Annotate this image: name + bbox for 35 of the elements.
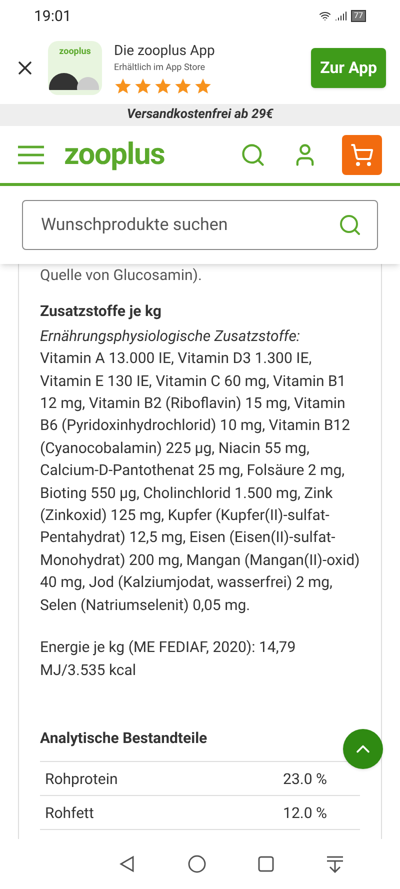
table-cell-text: Rohfett: [45, 802, 95, 824]
star-icon: [194, 77, 212, 96]
status-time: 19:01: [34, 6, 72, 27]
body-text: Quelle von Glucosamin).: [40, 265, 203, 286]
energy-text: Energie je kg (ME FEDIAF, 2020): 14,79 MJ/3.535 kcal: [40, 637, 297, 680]
additives-text: Vitamin A 13.000 IE, Vitamin D3 1.300 IE, Vitamin E 130 IE, Vitamin C 60 mg, Vitamin B1 12 mg, Vitamin B2 (Riboflavin) 15 mg, Vitamin B6 (Pyridoxinhydrochlorid) 10 mg, Vitamin B12 (Cyanocobalamin) 225 µg, Niacin 55 mg, Calcium-D-Pantothenat 25 mg, Folsäure 2 mg, Bioting 550 µg, Cholinchlorid 1.500 mg, Zink (Zinkoxid) 125 mg, Kupfer (Kupfer(II)-sulfat-Pentahydrat) 12,5 mg, Eisen (Eisen(II)-sulfat-Monohydrat) 200 mg, Mangan (Mangan(II)-oxid) 40 mg, Jod (Kalziumjodat, wasserfrei) 2 mg, Selen (Natriumselenit) 0,05 mg.: [40, 348, 360, 616]
promo-bar: Versandkostenfrei ab 29€: [0, 104, 400, 126]
star-icon: [174, 77, 192, 96]
recents-icon[interactable]: [258, 856, 274, 872]
app-icon: zooplus: [48, 41, 102, 95]
search-icon[interactable]: [338, 213, 362, 237]
star-icon: [134, 77, 152, 96]
section-heading: Zusatzstoffe je kg: [40, 301, 162, 322]
search-field[interactable]: Wunschprodukte suchen: [22, 200, 378, 250]
app-store-note: Erhältlich im App Store: [114, 62, 206, 75]
star-icon: [154, 77, 172, 96]
app-title: Die zooplus App: [114, 42, 216, 61]
star-icon: [114, 77, 132, 96]
open-app-button[interactable]: Zur App: [311, 48, 386, 88]
menu-icon[interactable]: [18, 144, 44, 164]
cart-button[interactable]: [342, 134, 382, 174]
table-cell-text: 12.0 %: [283, 802, 327, 824]
notification-pull-icon[interactable]: [326, 855, 344, 873]
scroll-top-button[interactable]: [343, 729, 383, 769]
search-icon[interactable]: [240, 142, 266, 168]
section-subheading: Ernährungsphysiologische Zusatzstoffe:: [40, 326, 302, 347]
cart-icon: [350, 142, 374, 166]
section-heading: Analytische Bestandteile: [40, 728, 208, 749]
signal-icon: [335, 10, 347, 22]
table-cell-text: 23.0 %: [283, 768, 327, 790]
table-cell-text: Rohprotein: [45, 768, 119, 790]
zooplus-logo[interactable]: zooplus: [64, 132, 165, 177]
home-icon[interactable]: [188, 855, 206, 873]
battery-icon: 77: [351, 10, 366, 22]
back-icon[interactable]: [118, 855, 136, 873]
